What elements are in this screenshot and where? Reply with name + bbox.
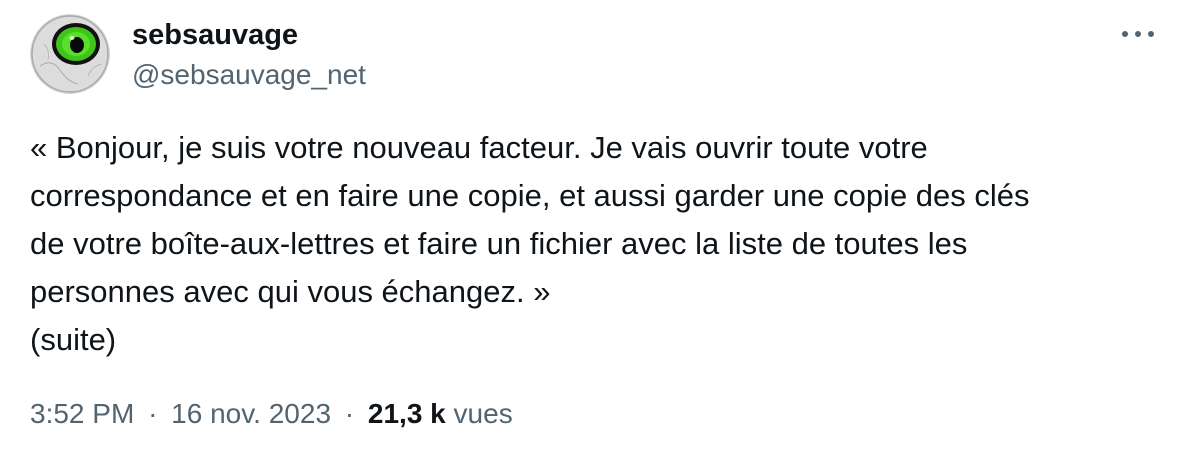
tweet-text-line: « Bonjour, je suis votre nouveau facteur… [30, 130, 928, 165]
tweet-date[interactable]: 16 nov. 2023 [171, 398, 331, 429]
tweet-time[interactable]: 3:52 PM [30, 398, 134, 429]
tweet-card: sebsauvage @sebsauvage_net « Bonjour, je… [0, 0, 1196, 452]
more-options-icon [1122, 31, 1154, 37]
avatar[interactable] [30, 14, 110, 94]
author-handle[interactable]: @sebsauvage_net [132, 58, 366, 92]
more-options-button[interactable] [1112, 12, 1164, 56]
views-count[interactable]: 21,3 k [368, 398, 446, 429]
tweet-text-line: de votre boîte-aux-lettres et faire un f… [30, 226, 968, 261]
views-label: vues [453, 398, 513, 429]
tweet-meta: 3:52 PM · 16 nov. 2023 · 21,3 k vues [30, 394, 513, 434]
green-eye-avatar-icon [30, 14, 110, 94]
meta-separator: · [344, 398, 355, 429]
tweet-text-line: personnes avec qui vous échangez. » [30, 274, 551, 309]
meta-separator: · [148, 398, 158, 429]
author-display-name[interactable]: sebsauvage [132, 18, 298, 52]
tweet-text: « Bonjour, je suis votre nouveau facteur… [30, 124, 1170, 364]
tweet-text-line: (suite) [30, 322, 117, 357]
tweet-text-line: correspondance et en faire une copie, et… [30, 178, 1030, 213]
